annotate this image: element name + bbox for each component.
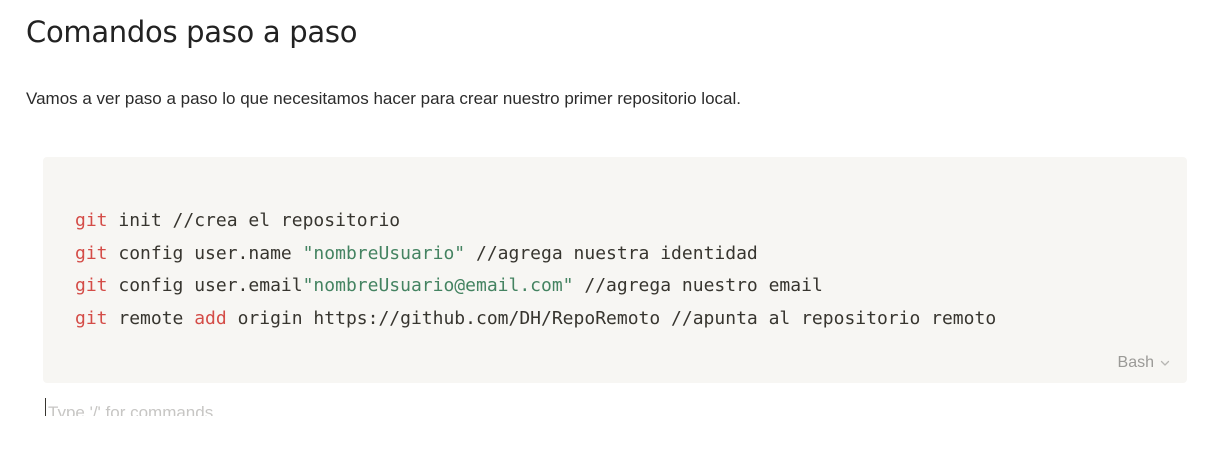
code-text: init //crea el repositorio xyxy=(107,210,401,231)
page-title: Comandos paso a paso xyxy=(26,15,358,49)
code-comment: //agrega nuestro email xyxy=(573,275,823,297)
code-command: git xyxy=(75,210,108,231)
intro-paragraph: Vamos a ver paso a paso lo que necesitam… xyxy=(26,89,741,108)
code-keyword: add xyxy=(194,308,227,330)
code-line-2: git config user.name "nombreUsuario" //a… xyxy=(75,238,996,271)
code-string: "nombreUsuario@email.com" xyxy=(302,275,574,297)
code-line-4: git remote add origin https://github.com… xyxy=(75,303,996,336)
code-command: git xyxy=(75,308,108,330)
code-text: remote xyxy=(107,308,195,330)
code-line-1: git init //crea el repositorio xyxy=(75,205,996,238)
chevron-down-icon xyxy=(1160,360,1170,366)
language-select[interactable]: Bash xyxy=(1118,354,1171,372)
code-text: config user.email xyxy=(107,275,303,297)
code-comment: //agrega nuestra identidad xyxy=(465,242,758,264)
code-command: git xyxy=(75,275,108,297)
language-label: Bash xyxy=(1117,354,1154,371)
code-comment: origin https://github.com/DH/RepoRemoto … xyxy=(226,308,997,330)
code-content[interactable]: git init //crea el repositorio git config… xyxy=(75,205,996,336)
code-command: git xyxy=(75,242,108,264)
code-line-3: git config user.email"nombreUsuario@emai… xyxy=(75,270,996,303)
empty-block-input[interactable]: Type '/' for commands xyxy=(45,398,345,416)
placeholder-text: Type '/' for commands xyxy=(48,403,214,416)
text-cursor xyxy=(45,398,46,416)
code-block[interactable]: git init //crea el repositorio git config… xyxy=(43,157,1187,383)
code-text: config user.name xyxy=(107,242,303,264)
code-string: "nombreUsuario" xyxy=(302,242,466,264)
